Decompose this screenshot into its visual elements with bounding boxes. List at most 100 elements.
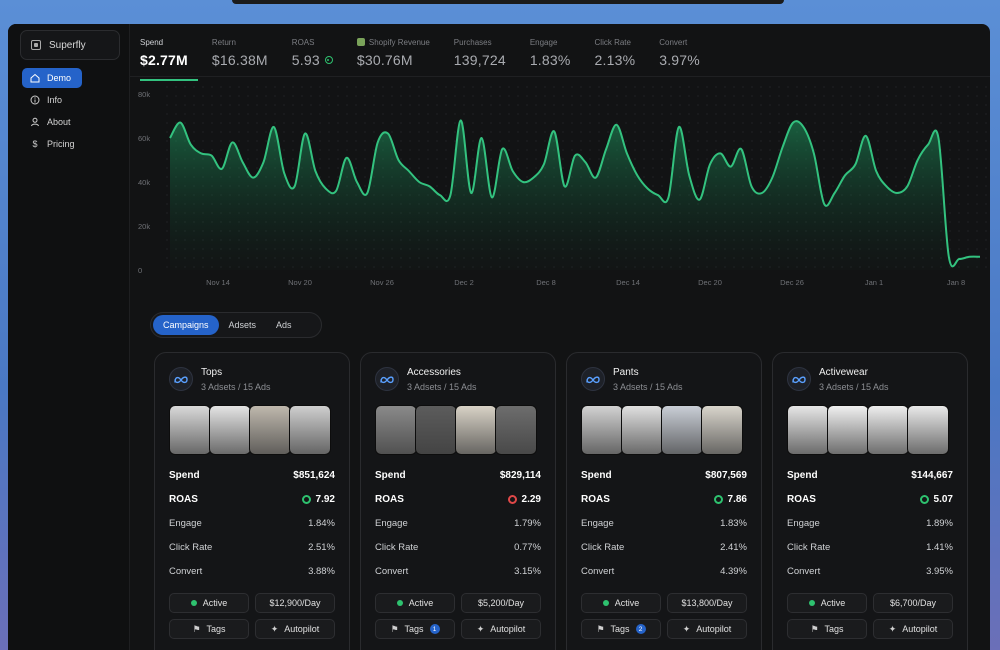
kpi-shopify-revenue[interactable]: Shopify Revenue $30.76M bbox=[356, 36, 430, 76]
autopilot-button[interactable]: ✦ Autopilot bbox=[255, 619, 335, 639]
kpi-label: Engage bbox=[529, 37, 558, 47]
tab-campaigns[interactable]: Campaigns bbox=[153, 315, 219, 335]
spend-chart: 0 20k 40k 60k 80k Nov 14 Nov 20 Nov 26 Dec 2 Dec… bbox=[130, 86, 990, 292]
budget-button[interactable]: $5,200/Day bbox=[461, 593, 541, 613]
brand-switcher[interactable]: Superfly bbox=[20, 30, 120, 60]
ad-thumbnail[interactable] bbox=[375, 405, 417, 455]
ad-thumbnail[interactable] bbox=[701, 405, 743, 455]
y-tick-label: 20k bbox=[138, 222, 150, 231]
kpi-convert[interactable]: Convert 3.97% bbox=[659, 36, 700, 76]
brand-logo-icon bbox=[31, 40, 41, 50]
sidebar-item-demo[interactable]: Demo bbox=[22, 68, 82, 88]
ad-thumbnail[interactable] bbox=[581, 405, 623, 455]
roas-status-icon bbox=[507, 494, 517, 504]
tags-button[interactable]: ⚑ Tags bbox=[787, 619, 867, 639]
sidebar-item-label: About bbox=[47, 117, 71, 127]
rocket-icon: ✦ bbox=[682, 623, 691, 634]
campaign-card-tops[interactable]: Tops 3 Adsets / 15 Ads Spend $851,624 ROA… bbox=[154, 352, 350, 650]
sidebar-item-label: Info bbox=[47, 95, 63, 105]
campaign-card-accessories[interactable]: Accessories 3 Adsets / 15 Ads Spend $829,… bbox=[360, 352, 556, 650]
status-button[interactable]: Active bbox=[787, 593, 867, 613]
ad-thumbnail[interactable] bbox=[169, 405, 211, 455]
kpi-engage[interactable]: Engage 1.83% bbox=[530, 36, 571, 76]
rocket-icon: ✦ bbox=[888, 623, 897, 634]
row-click-rate: Click Rate 1.41% bbox=[787, 541, 953, 553]
kpi-label: Convert bbox=[659, 37, 688, 47]
app-window: Superfly Demo Info About $ Pricing Spend… bbox=[8, 24, 990, 650]
roas-good-icon bbox=[324, 56, 333, 64]
status-button[interactable]: Active bbox=[581, 593, 661, 613]
view-tabs: Campaigns Adsets Ads bbox=[150, 312, 322, 338]
tab-adsets[interactable]: Adsets bbox=[219, 315, 267, 335]
kpi-click-rate[interactable]: Click Rate 2.13% bbox=[595, 36, 636, 76]
kpi-return[interactable]: Return $16.38M bbox=[212, 36, 268, 76]
ad-thumbnail[interactable] bbox=[621, 405, 663, 455]
roas-status-icon bbox=[919, 494, 929, 504]
ad-thumbnail[interactable] bbox=[289, 405, 331, 455]
budget-button[interactable]: $13,800/Day bbox=[667, 593, 747, 613]
ad-thumbnail[interactable] bbox=[209, 405, 251, 455]
autopilot-button[interactable]: ✦ Autopilot bbox=[461, 619, 541, 639]
campaign-card-activewear[interactable]: Activewear 3 Adsets / 15 Ads Spend $144,6… bbox=[772, 352, 968, 650]
sidebar-item-label: Pricing bbox=[47, 139, 75, 149]
status-button[interactable]: Active bbox=[375, 593, 455, 613]
tab-ads[interactable]: Ads bbox=[266, 315, 302, 335]
ad-thumbnail[interactable] bbox=[867, 405, 909, 455]
card-subtitle: 3 Adsets / 15 Ads bbox=[407, 382, 477, 392]
kpi-divider bbox=[130, 76, 990, 77]
roas-status-icon bbox=[301, 494, 311, 504]
kpi-spend[interactable]: Spend $2.77M bbox=[140, 36, 198, 81]
kpi-value: 139,724 bbox=[453, 52, 506, 68]
active-dot-icon bbox=[396, 600, 403, 606]
row-roas: ROAS 7.92 bbox=[169, 493, 335, 505]
ad-thumbnail[interactable] bbox=[787, 405, 829, 455]
tags-button[interactable]: ⚑ Tags 1 bbox=[375, 619, 455, 639]
row-spend: Spend $851,624 bbox=[169, 469, 335, 481]
x-tick-label: Dec 14 bbox=[616, 278, 640, 287]
campaign-cards: Tops 3 Adsets / 15 Ads Spend $851,624 ROA… bbox=[154, 352, 968, 650]
budget-button[interactable]: $6,700/Day bbox=[873, 593, 953, 613]
status-button[interactable]: Active bbox=[169, 593, 249, 613]
row-convert: Convert 4.39% bbox=[581, 565, 747, 577]
row-spend: Spend $807,569 bbox=[581, 469, 747, 481]
row-click-rate: Click Rate 0.77% bbox=[375, 541, 541, 553]
kpi-value: $16.38M bbox=[211, 52, 268, 68]
autopilot-button[interactable]: ✦ Autopilot bbox=[873, 619, 953, 639]
sidebar-item-info[interactable]: Info bbox=[22, 90, 118, 110]
autopilot-button[interactable]: ✦ Autopilot bbox=[667, 619, 747, 639]
card-subtitle: 3 Adsets / 15 Ads bbox=[613, 382, 683, 392]
kpi-roas[interactable]: ROAS 5.93 bbox=[292, 36, 333, 76]
row-convert: Convert 3.95% bbox=[787, 565, 953, 577]
row-spend: Spend $829,114 bbox=[375, 469, 541, 481]
ad-thumbnail[interactable] bbox=[661, 405, 703, 455]
y-tick-label: 80k bbox=[138, 90, 150, 99]
sidebar-nav: Demo Info About $ Pricing bbox=[22, 68, 118, 156]
roas-status-icon bbox=[713, 494, 723, 504]
ad-thumbnail[interactable] bbox=[415, 405, 457, 455]
campaign-card-pants[interactable]: Pants 3 Adsets / 15 Ads Spend $807,569 RO… bbox=[566, 352, 762, 650]
tag-icon: ⚑ bbox=[810, 623, 819, 634]
active-dot-icon bbox=[602, 600, 609, 606]
kpi-value: 3.97% bbox=[659, 52, 700, 68]
card-subtitle: 3 Adsets / 15 Ads bbox=[819, 382, 889, 392]
meta-logo-icon bbox=[787, 367, 811, 391]
ad-thumbnail[interactable] bbox=[907, 405, 949, 455]
budget-button[interactable]: $12,900/Day bbox=[255, 593, 335, 613]
row-click-rate: Click Rate 2.41% bbox=[581, 541, 747, 553]
row-click-rate: Click Rate 2.51% bbox=[169, 541, 335, 553]
row-roas: ROAS 5.07 bbox=[787, 493, 953, 505]
ad-thumbnail[interactable] bbox=[827, 405, 869, 455]
tags-button[interactable]: ⚑ Tags bbox=[169, 619, 249, 639]
card-title: Accessories bbox=[407, 367, 461, 378]
sidebar-item-pricing[interactable]: $ Pricing bbox=[22, 134, 118, 154]
sidebar-item-about[interactable]: About bbox=[22, 112, 118, 132]
tags-button[interactable]: ⚑ Tags 2 bbox=[581, 619, 661, 639]
kpi-purchases[interactable]: Purchases 139,724 bbox=[454, 36, 506, 76]
kpi-value: 2.13% bbox=[594, 52, 636, 68]
ad-thumbnail[interactable] bbox=[495, 405, 537, 455]
user-icon bbox=[30, 117, 40, 127]
dollar-icon: $ bbox=[32, 139, 38, 149]
ad-thumbnail[interactable] bbox=[249, 405, 291, 455]
y-tick-label: 40k bbox=[138, 178, 150, 187]
ad-thumbnail[interactable] bbox=[455, 405, 497, 455]
